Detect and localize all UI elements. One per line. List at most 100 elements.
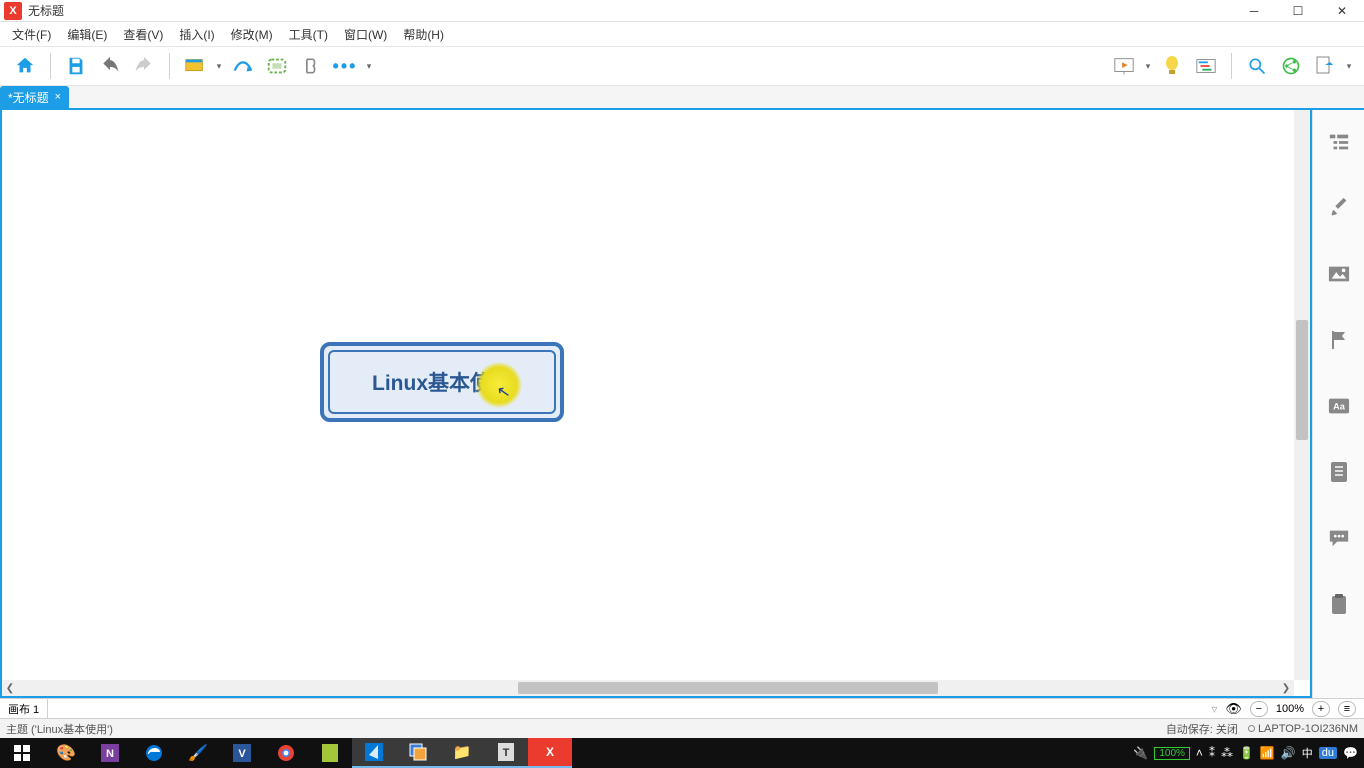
svg-text:Aa: Aa xyxy=(1333,402,1346,412)
boundary-button[interactable] xyxy=(260,49,294,83)
notifications-icon[interactable]: 💬 xyxy=(1343,746,1358,760)
app-icon: X xyxy=(4,2,22,20)
svg-text:N: N xyxy=(106,748,114,760)
relationship-icon xyxy=(232,56,254,76)
wifi-icon[interactable]: 📶 xyxy=(1260,746,1275,760)
text-app-icon: T xyxy=(498,743,514,761)
tab-close-button[interactable]: × xyxy=(55,91,61,103)
notes-panel-button[interactable] xyxy=(1323,456,1355,488)
save-button[interactable] xyxy=(59,49,93,83)
format-panel-button[interactable] xyxy=(1323,192,1355,224)
taskbar-app-xmind[interactable]: X xyxy=(528,738,572,768)
document-tab[interactable]: *无标题 × xyxy=(0,86,69,108)
vertical-scrollbar[interactable] xyxy=(1294,110,1310,680)
taskbar-app-onenote[interactable]: N xyxy=(88,738,132,768)
vertical-scroll-thumb[interactable] xyxy=(1296,320,1308,440)
new-sheet-dropdown[interactable]: ▾ xyxy=(212,61,226,72)
svg-text:V: V xyxy=(238,748,246,760)
menu-help[interactable]: 帮助(H) xyxy=(395,24,452,45)
comment-icon xyxy=(1328,528,1350,548)
zoom-fit-button[interactable]: ≡ xyxy=(1338,701,1356,717)
export-button[interactable] xyxy=(1308,49,1342,83)
taskbar-app-explorer[interactable]: 📁 xyxy=(440,738,484,768)
gantt-button[interactable] xyxy=(1189,49,1223,83)
flag-icon xyxy=(1329,329,1349,351)
presentation-dropdown[interactable]: ▾ xyxy=(1141,61,1155,72)
taskbar-app-edge[interactable] xyxy=(132,738,176,768)
taskbar-app-mspaint[interactable]: 🖌️ xyxy=(176,738,220,768)
undo-icon xyxy=(100,56,120,76)
more-button[interactable]: ••• xyxy=(328,49,362,83)
battery-icon[interactable]: 🔋 xyxy=(1239,746,1254,760)
horizontal-scrollbar[interactable]: ❮ ❯ xyxy=(2,680,1294,696)
image-panel-button[interactable] xyxy=(1323,258,1355,290)
taskbar-app-visio[interactable]: V xyxy=(220,738,264,768)
ime-indicator[interactable]: 中 xyxy=(1302,745,1313,761)
du-indicator[interactable]: du xyxy=(1319,747,1337,759)
status-bar: 主题 ('Linux基本使用') 自动保存: 关闭 LAPTOP-1OI236N… xyxy=(0,718,1364,738)
central-topic-node[interactable]: Linux基本使用 xyxy=(320,342,564,422)
marker-panel-button[interactable] xyxy=(1323,324,1355,356)
sheet-name: 画布 1 xyxy=(8,701,39,717)
title-bar: X 无标题 ─ ☐ ✕ xyxy=(0,0,1364,22)
taskbar-app-vmware[interactable] xyxy=(396,738,440,768)
close-button[interactable]: ✕ xyxy=(1320,0,1364,22)
share-button[interactable] xyxy=(1274,49,1308,83)
volume-icon[interactable]: 🔊 xyxy=(1281,746,1296,760)
windows-icon xyxy=(14,745,30,761)
scroll-left-button[interactable]: ❮ xyxy=(2,683,18,694)
brainstorm-button[interactable] xyxy=(1155,49,1189,83)
edge-icon xyxy=(145,744,163,762)
menu-tools[interactable]: 工具(T) xyxy=(281,24,336,45)
sheet-bar: 画布 1 ▿ 👁 − 100% + ≡ xyxy=(0,698,1364,718)
taskbar-app-notepadpp[interactable] xyxy=(308,738,352,768)
comments-panel-button[interactable] xyxy=(1323,522,1355,554)
zoom-out-button[interactable]: − xyxy=(1250,701,1268,717)
bluetooth-icon[interactable]: ⁑ xyxy=(1209,746,1215,760)
scroll-right-button[interactable]: ❯ xyxy=(1278,683,1294,694)
horizontal-scroll-thumb[interactable] xyxy=(518,682,938,694)
taskbar-app-chrome[interactable] xyxy=(264,738,308,768)
menu-window[interactable]: 窗口(W) xyxy=(336,24,395,45)
presentation-button[interactable] xyxy=(1107,49,1141,83)
sheet-icon xyxy=(184,56,206,76)
maximize-button[interactable]: ☐ xyxy=(1276,0,1320,22)
bluetooth2-icon[interactable]: ⁂ xyxy=(1221,746,1233,760)
mindmap-canvas[interactable]: Linux基本使用 ↖ xyxy=(2,110,1294,680)
export-dropdown[interactable]: ▾ xyxy=(1342,61,1356,72)
search-icon xyxy=(1247,56,1267,76)
menu-edit[interactable]: 编辑(E) xyxy=(59,24,115,45)
menu-insert[interactable]: 插入(I) xyxy=(171,24,222,45)
status-autosave: 自动保存: 关闭 xyxy=(1166,721,1238,737)
zoom-in-button[interactable]: + xyxy=(1312,701,1330,717)
relationship-button[interactable] xyxy=(226,49,260,83)
home-button[interactable] xyxy=(8,49,42,83)
more-dropdown[interactable]: ▾ xyxy=(362,61,376,72)
taskbar-app-vscode[interactable] xyxy=(352,738,396,768)
view-toggle-icon[interactable]: 👁 xyxy=(1225,701,1242,717)
search-button[interactable] xyxy=(1240,49,1274,83)
outline-panel-button[interactable] xyxy=(1323,126,1355,158)
redo-button[interactable] xyxy=(127,49,161,83)
windows-taskbar: 🎨 N 🖌️ V 📁 T X 🔌 100% ˄ ⁑ ⁂ 🔋 📶 🔊 中 du 💬 xyxy=(0,738,1364,768)
text-panel-button[interactable]: Aa xyxy=(1323,390,1355,422)
taskbar-app-text[interactable]: T xyxy=(484,738,528,768)
tray-expand-icon[interactable]: ˄ xyxy=(1196,746,1203,760)
minimize-button[interactable]: ─ xyxy=(1232,0,1276,22)
undo-button[interactable] xyxy=(93,49,127,83)
menu-file[interactable]: 文件(F) xyxy=(4,24,59,45)
filter-icon[interactable]: ▿ xyxy=(1211,702,1217,716)
sheet-tab[interactable]: 画布 1 xyxy=(0,699,48,718)
new-sheet-button[interactable] xyxy=(178,49,212,83)
battery-indicator[interactable]: 100% xyxy=(1154,747,1190,760)
power-icon[interactable]: 🔌 xyxy=(1133,746,1148,760)
menu-view[interactable]: 查看(V) xyxy=(115,24,171,45)
more-icon: ••• xyxy=(333,56,358,77)
start-button[interactable] xyxy=(0,738,44,768)
boundary-icon xyxy=(266,56,288,76)
menu-modify[interactable]: 修改(M) xyxy=(223,24,281,45)
task-panel-button[interactable] xyxy=(1323,588,1355,620)
summary-button[interactable] xyxy=(294,49,328,83)
gantt-icon xyxy=(1195,57,1217,75)
taskbar-app-paint[interactable]: 🎨 xyxy=(44,738,88,768)
